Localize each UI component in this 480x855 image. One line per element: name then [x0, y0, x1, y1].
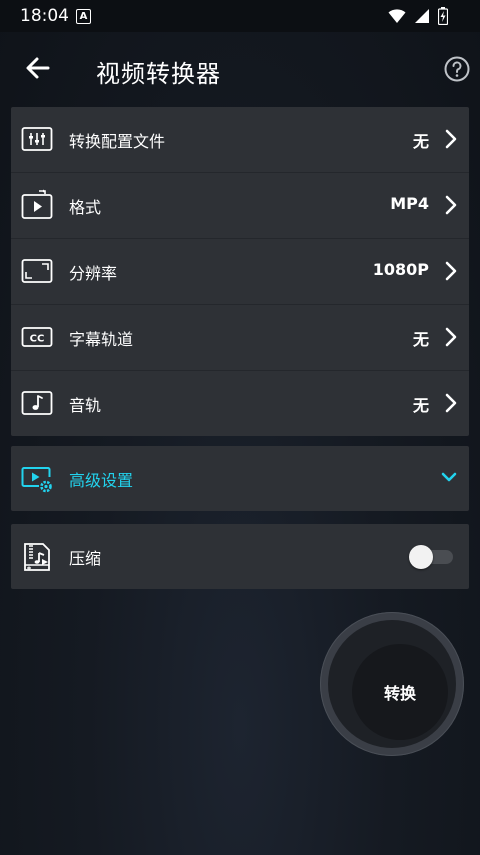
setting-row-format[interactable]: 格式 MP4 [11, 173, 469, 239]
compress-label: 压缩 [69, 549, 102, 568]
video-format-icon [21, 189, 53, 219]
app-bar: 视频转换器 [0, 32, 480, 106]
setting-value-profile: 无 [412, 132, 429, 151]
chevron-down-icon [441, 472, 457, 482]
setting-label-profile: 转换配置文件 [69, 132, 166, 151]
video-settings-icon [21, 467, 52, 493]
setting-row-profile[interactable]: 转换配置文件 无 [11, 107, 469, 173]
convert-button-ring: 转换 [328, 620, 456, 748]
conversion-settings-card: 转换配置文件 无 格式 MP4 分辨率 1080P CC 字幕轨道 无 音轨 无 [11, 107, 469, 436]
page-title: 视频转换器 [96, 60, 221, 88]
convert-button-label: 转换 [383, 684, 416, 703]
setting-row-audio-track[interactable]: 音轨 无 [11, 371, 469, 436]
chevron-right-icon [445, 393, 457, 413]
wifi-icon [388, 9, 406, 23]
convert-button-outer-ring: 转换 [320, 612, 464, 756]
resolution-icon [21, 259, 53, 283]
setting-label-format: 格式 [69, 198, 102, 217]
svg-text:CC: CC [30, 334, 45, 345]
compress-row: 压缩 [11, 524, 469, 589]
notification-icon: A [76, 9, 91, 24]
back-arrow-icon[interactable] [22, 52, 54, 84]
setting-value-format: MP4 [390, 194, 429, 213]
battery-icon [438, 7, 448, 25]
advanced-settings-card: 高级设置 [11, 446, 469, 511]
help-icon[interactable] [444, 56, 470, 82]
setting-label-resolution: 分辨率 [69, 264, 118, 283]
advanced-settings-label: 高级设置 [69, 471, 134, 490]
setting-value-resolution: 1080P [372, 260, 429, 279]
setting-row-subtitles[interactable]: CC 字幕轨道 无 [11, 305, 469, 371]
setting-value-audio-track: 无 [412, 396, 429, 415]
setting-label-subtitles: 字幕轨道 [69, 330, 134, 349]
sliders-icon [21, 127, 53, 151]
chevron-right-icon [445, 327, 457, 347]
status-time: 18:04 [20, 6, 69, 26]
advanced-settings-row[interactable]: 高级设置 [11, 446, 469, 511]
setting-label-audio-track: 音轨 [69, 396, 102, 415]
compress-toggle[interactable] [409, 545, 453, 569]
music-note-icon [21, 391, 53, 415]
setting-row-resolution[interactable]: 分辨率 1080P [11, 239, 469, 305]
status-icons [388, 7, 448, 25]
status-bar: 18:04 A [0, 0, 480, 32]
subtitles-icon: CC [21, 327, 53, 347]
toggle-knob [409, 545, 433, 569]
convert-button[interactable]: 转换 [352, 644, 448, 740]
setting-value-subtitles: 无 [412, 330, 429, 349]
chevron-right-icon [445, 261, 457, 281]
chevron-right-icon [445, 195, 457, 215]
compress-file-icon [24, 543, 50, 571]
chevron-right-icon [445, 129, 457, 149]
signal-icon [415, 9, 429, 23]
compress-card: 压缩 [11, 524, 469, 589]
